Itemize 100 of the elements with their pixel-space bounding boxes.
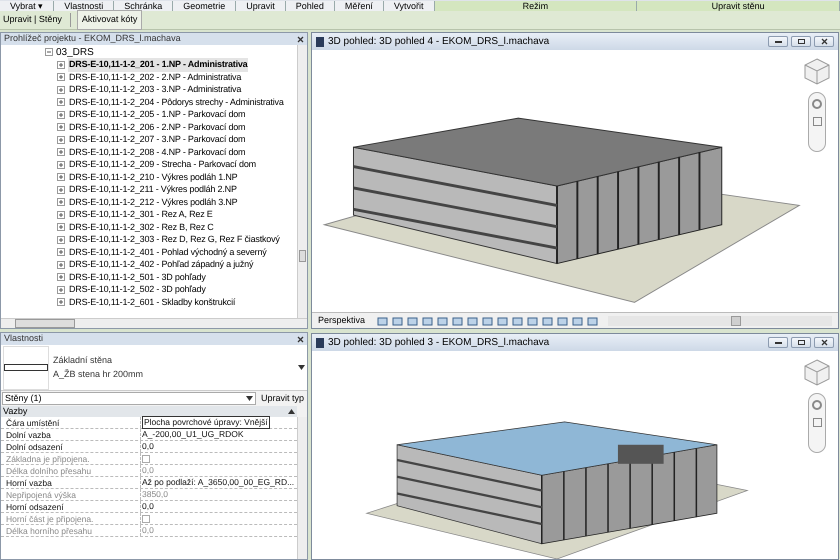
document-icon — [316, 338, 324, 348]
property-name: Horní část je připojena. — [1, 513, 141, 524]
document-icon — [316, 36, 324, 46]
tree-item[interactable]: DRS-E-10,11-1-2_206 - 2.NP - Parkovací dom — [68, 120, 246, 134]
tree-item[interactable]: DRS-E-10,11-1-2_204 - Pôdorys strechy - Administrativa — [68, 96, 285, 109]
expand-icon[interactable] — [57, 110, 65, 119]
tree-item[interactable]: DRS-E-10,11-1-2_302 - Rez B, Rez C — [68, 220, 215, 234]
property-value[interactable]: 0,0 — [142, 441, 154, 452]
tree-item[interactable]: DRS-E-10,11-1-2_501 - 3D pohľady — [68, 270, 207, 284]
property-value[interactable]: Až po podlaží: A_3650,00_00_EG_RD... — [142, 477, 294, 488]
vertical-scrollbar[interactable] — [297, 417, 307, 559]
ribbon-panel-label[interactable]: Pohled — [286, 1, 335, 11]
property-name: Čára umístění — [1, 417, 141, 428]
vertical-scrollbar[interactable] — [297, 45, 307, 318]
tree-item[interactable]: DRS-E-10,11-1-2_208 - 4.NP - Parkovací dom — [68, 146, 246, 159]
property-name: Nepřipojená výška — [1, 489, 141, 500]
edit-type-button[interactable]: Upravit typ — [258, 392, 306, 406]
tree-item[interactable]: DRS-E-10,11-1-2_201 - 1.NP - Administrativa — [68, 58, 248, 72]
property-name: Dolní vazba — [1, 429, 141, 440]
expand-icon[interactable] — [57, 273, 65, 282]
navigation-bar[interactable] — [808, 92, 826, 152]
type-selector[interactable]: Základní stěna A_ŽB stena hr 200mm — [1, 345, 307, 391]
expand-icon[interactable] — [57, 86, 65, 94]
dropdown-arrow-icon[interactable] — [298, 365, 305, 370]
expand-icon[interactable] — [57, 260, 65, 269]
view-cube-icon[interactable] — [802, 357, 832, 387]
property-name: Délka horního přesahu — [1, 525, 141, 536]
tree-item[interactable]: 03_DRS — [56, 45, 94, 60]
restore-button[interactable] — [791, 36, 811, 47]
view-cube-icon[interactable] — [802, 56, 832, 86]
expand-icon[interactable] — [57, 286, 65, 294]
expand-icon[interactable] — [57, 73, 65, 82]
collapse-icon[interactable] — [45, 48, 53, 56]
restore-button[interactable] — [791, 337, 811, 348]
expand-icon[interactable] — [57, 123, 65, 132]
expand-icon[interactable] — [57, 60, 65, 69]
ribbon-panel-label[interactable]: Vlastnosti — [54, 1, 114, 11]
ribbon-panel-label[interactable]: Režim — [434, 1, 638, 11]
group-header[interactable]: Vazby — [3, 404, 28, 418]
steering-wheel-icon[interactable] — [812, 400, 822, 410]
dropdown-arrow-icon[interactable] — [246, 396, 253, 401]
expand-icon[interactable] — [57, 298, 65, 306]
horizontal-scrollbar[interactable] — [1, 318, 307, 328]
tree-item[interactable]: DRS-E-10,11-1-2_203 - 3.NP - Administrativa — [68, 83, 242, 96]
tree-item[interactable]: DRS-E-10,11-1-2_211 - Výkres podláh 2.NP — [68, 183, 238, 196]
ribbon-panel-label[interactable]: Upravit stěnu — [637, 1, 840, 11]
horizontal-scrollbar[interactable] — [608, 316, 832, 326]
tree-item[interactable]: DRS-E-10,11-1-2_301 - Rez A, Rez E — [68, 208, 214, 222]
property-value[interactable]: 0,0 — [142, 501, 154, 512]
ribbon-panel-label[interactable]: Vybrat ▾ — [0, 1, 54, 11]
ribbon-panel-label[interactable]: Schránka — [114, 1, 174, 11]
instance-filter-dropdown[interactable]: Stěny (1) — [2, 392, 256, 405]
activate-dimensions-button[interactable]: Aktivovat kóty — [76, 10, 142, 30]
zoom-icon[interactable] — [812, 117, 822, 126]
tree-item[interactable]: DRS-E-10,11-1-2_209 - Strecha - Parkovací dom — [68, 158, 257, 172]
expand-icon[interactable] — [57, 223, 65, 232]
property-name: Horní vazba — [1, 477, 141, 488]
expand-icon[interactable] — [57, 210, 65, 219]
zoom-icon[interactable] — [812, 418, 822, 427]
close-button[interactable] — [814, 337, 834, 348]
tree-item[interactable]: DRS-E-10,11-1-2_303 - Rez D, Rez G, Rez F čiastkový — [68, 233, 281, 246]
expand-icon[interactable] — [57, 136, 65, 144]
expand-icon[interactable] — [57, 148, 65, 156]
expand-icon[interactable] — [57, 236, 65, 244]
ribbon-panel-label[interactable]: Měření — [334, 1, 384, 11]
expand-icon[interactable] — [57, 198, 65, 206]
tree-item[interactable]: DRS-E-10,11-1-2_502 - 3D pohľady — [68, 283, 207, 296]
property-name: Horní odsazení — [1, 501, 141, 512]
ribbon-panel-label[interactable]: Geometrie — [173, 1, 236, 11]
wall-preview — [3, 346, 49, 390]
expand-icon[interactable] — [57, 98, 65, 106]
collapse-icon[interactable] — [288, 409, 295, 414]
tree-item[interactable]: DRS-E-10,11-1-2_601 - Skladby konštrukcií — [68, 296, 236, 309]
ribbon-panel-label[interactable]: Vytvořit — [384, 1, 435, 11]
steering-wheel-icon[interactable] — [812, 99, 822, 109]
navigation-bar[interactable] — [808, 393, 826, 453]
tree-item[interactable]: DRS-E-10,11-1-2_205 - 1.NP - Parkovací dom — [68, 108, 246, 122]
close-button[interactable] — [814, 36, 834, 47]
expand-icon[interactable] — [57, 160, 65, 169]
close-icon[interactable] — [820, 339, 828, 346]
expand-icon[interactable] — [57, 173, 65, 182]
tree-item[interactable]: DRS-E-10,11-1-2_401 - Pohlad východný a severný — [68, 246, 268, 259]
tree-item[interactable]: DRS-E-10,11-1-2_212 - Výkres podláh 3.NP — [68, 196, 238, 209]
close-icon[interactable] — [820, 38, 828, 45]
tree-item[interactable]: DRS-E-10,11-1-2_210 - Výkres podláh 1.NP — [68, 170, 238, 184]
property-value[interactable]: Plocha povrchové úpravy: Vnější — [142, 416, 270, 429]
property-name: Délka dolního přesahu — [1, 465, 141, 476]
property-value[interactable]: A_-200,00_U1_UG_RDOK — [142, 429, 244, 440]
property-name: Dolní odsazení — [1, 441, 141, 452]
minimize-button[interactable] — [768, 36, 788, 47]
tree-item[interactable]: DRS-E-10,11-1-2_202 - 2.NP - Administrativa — [68, 70, 242, 84]
tree-item[interactable]: DRS-E-10,11-1-2_402 - Pohľad západný a južný — [68, 258, 254, 272]
tree-item[interactable]: DRS-E-10,11-1-2_207 - 3.NP - Parkovací dom — [68, 133, 246, 146]
expand-icon[interactable] — [57, 248, 65, 256]
close-icon[interactable] — [297, 36, 304, 42]
expand-icon[interactable] — [57, 186, 65, 194]
ribbon-panel-label[interactable]: Upravit — [236, 1, 286, 11]
minimize-button[interactable] — [768, 337, 788, 348]
close-icon[interactable] — [297, 336, 304, 342]
property-name: Základna je připojena. — [1, 453, 141, 464]
